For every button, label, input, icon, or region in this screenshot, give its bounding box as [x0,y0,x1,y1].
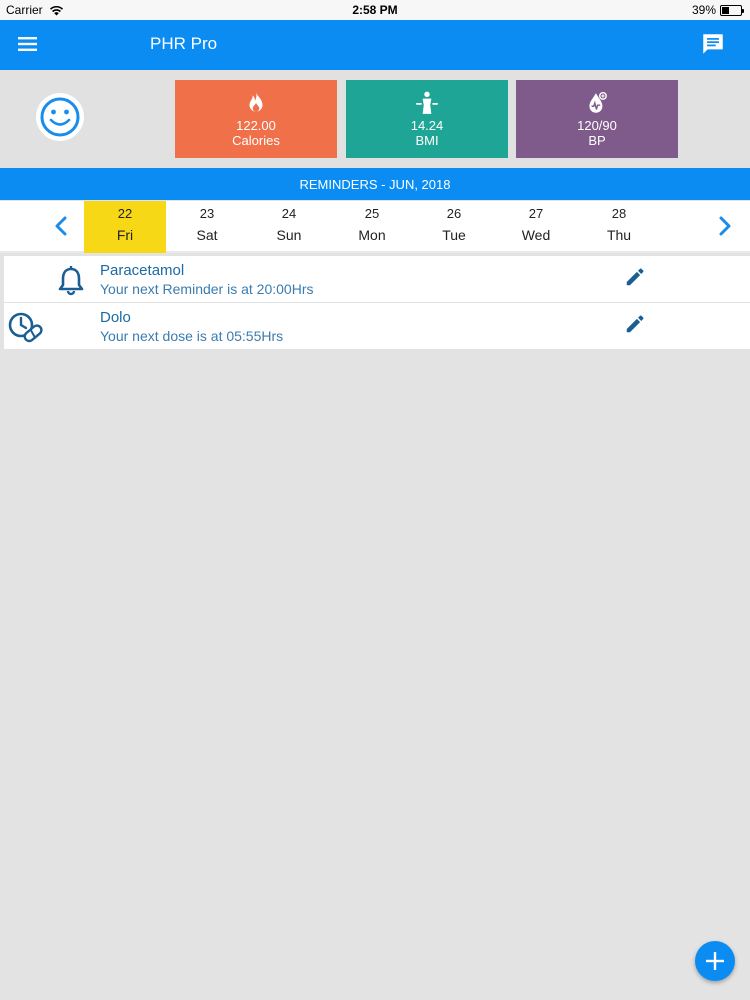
bmi-label: BMI [415,133,439,148]
day-number: 22 [117,206,133,221]
blood-pressure-drop-icon [589,92,607,113]
day-name: Wed [521,227,551,243]
bp-value: 120/90 [577,118,617,133]
app-title: PHR Pro [150,34,218,53]
day-number: 23 [199,206,215,221]
pencil-edit-icon[interactable] [624,266,646,288]
day-thu-28[interactable]: 28 Thu [578,201,660,253]
pencil-edit-icon[interactable] [624,313,646,335]
bp-tile[interactable]: 120/90 BP [516,80,678,158]
day-number: 28 [611,206,627,221]
stats-area: 122.00 Calories 14.24 BMI 120/90 BP [0,70,750,168]
battery-percent: 39% [691,3,716,17]
bmi-value: 14.24 [410,118,444,133]
status-right: 39% [691,3,744,17]
day-name: Tue [442,227,466,243]
day-sun-24[interactable]: 24 Sun [248,201,330,253]
day-tue-26[interactable]: 26 Tue [413,201,495,253]
day-wed-27[interactable]: 27 Wed [495,201,577,253]
day-number: 27 [528,206,544,221]
reminders-header-label: REMINDERS - JUN, 2018 [299,176,451,192]
reminder-subtitle: Your next Reminder is at 20:00Hrs [100,281,314,297]
day-name: Sat [196,227,218,243]
status-time: 2:58 PM [352,3,398,17]
plus-icon [706,952,724,970]
bell-icon [58,266,84,296]
day-number: 26 [446,206,462,221]
day-sat-23[interactable]: 23 Sat [166,201,248,253]
body-scale-icon [416,91,438,114]
bp-label: BP [588,133,606,148]
calories-tile[interactable]: 122.00 Calories [175,80,337,158]
chevron-left-icon[interactable] [50,214,74,238]
reminder-item-dolo[interactable]: Dolo Your next dose is at 05:55Hrs [4,303,750,349]
day-mon-25[interactable]: 25 Mon [331,201,413,253]
bmi-tile[interactable]: 14.24 BMI [346,80,508,158]
reminder-name: Paracetamol [100,262,185,279]
calories-label: Calories [232,133,280,148]
day-fri-22[interactable]: 22 Fri [84,201,166,253]
reminder-name: Dolo [100,309,131,326]
day-name: Thu [606,227,632,243]
status-bar: Carrier 2:58 PM 39% [0,0,750,20]
calories-value: 122.00 [236,118,276,133]
app-bar: PHR Pro [0,20,750,70]
reminders-header: REMINDERS - JUN, 2018 [0,168,750,200]
chevron-right-icon[interactable] [712,214,736,238]
add-reminder-button[interactable] [695,941,735,981]
calendar-strip: 22 Fri 23 Sat 24 Sun 25 Mon 26 Tue 27 We… [0,201,750,253]
chat-message-icon[interactable] [700,31,726,57]
day-name: Sun [276,227,302,243]
flame-icon [249,92,263,112]
battery-icon [720,4,744,16]
day-name: Fri [116,227,134,243]
day-number: 24 [281,206,297,221]
smiley-face-icon [40,97,80,137]
reminder-item-paracetamol[interactable]: Paracetamol Your next Reminder is at 20:… [4,256,750,302]
day-name: Mon [358,227,386,243]
pill-clock-icon [8,312,43,343]
reminder-subtitle: Your next dose is at 05:55Hrs [100,328,284,344]
avatar[interactable] [36,93,84,141]
day-number: 25 [364,206,380,221]
battery-fill [722,6,730,14]
hamburger-menu-icon[interactable] [16,32,40,56]
